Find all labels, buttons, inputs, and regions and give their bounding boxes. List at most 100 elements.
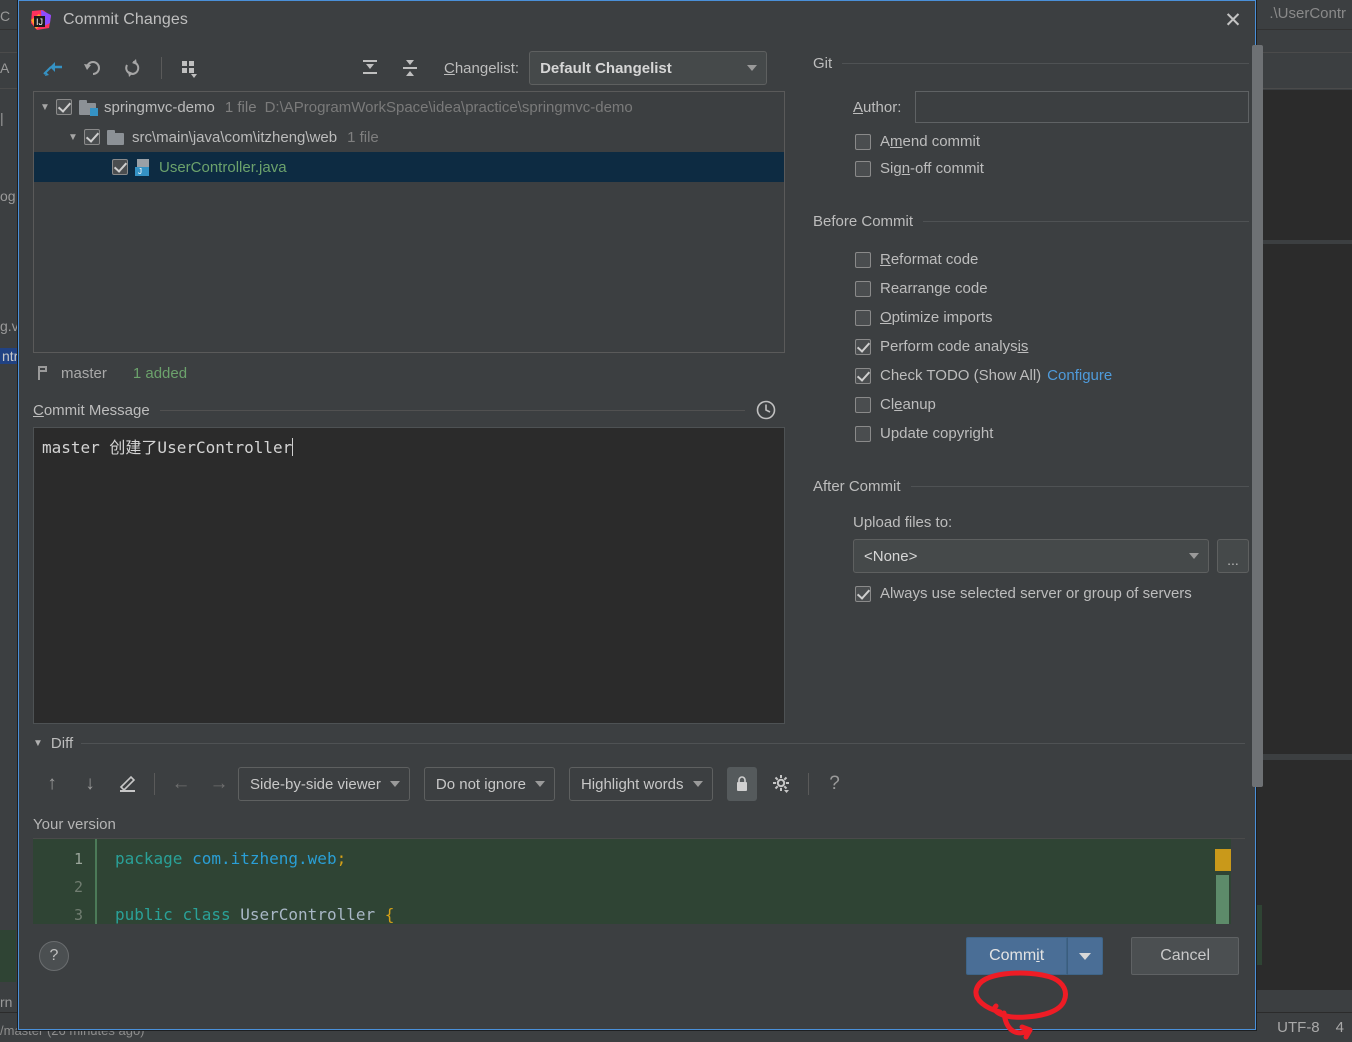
gear-icon[interactable] <box>763 767 801 801</box>
configure-link[interactable]: Configure <box>1047 367 1112 384</box>
optimize-imports-checkbox[interactable]: Optimize imports <box>855 309 1249 326</box>
table-row[interactable]: ▼ springmvc-demo 1 file D:\AProgramWorkS… <box>34 92 784 122</box>
viewer-mode-dropdown[interactable]: Side-by-side viewer <box>238 767 410 801</box>
pencil-icon[interactable] <box>109 767 147 801</box>
change-marker-modified[interactable] <box>1215 849 1231 871</box>
perform-code-analysis-label: Perform code analysis <box>880 338 1029 355</box>
branch-status: master 1 added <box>33 353 801 393</box>
update-copyright-checkbox[interactable]: Update copyright <box>855 425 1249 442</box>
background-text-fragment: | <box>0 110 4 126</box>
dialog-footer: ? Comm i t Cancel <box>19 924 1255 988</box>
collapse-all-icon[interactable] <box>390 51 430 85</box>
diff-title: Diff <box>50 734 74 752</box>
background-panel <box>1256 90 1352 240</box>
show-diff-icon[interactable] <box>33 51 73 85</box>
row-file-count: 1 file <box>347 128 379 146</box>
revert-icon[interactable] <box>73 51 113 85</box>
perform-code-analysis-checkbox[interactable]: Perform code analysis <box>855 338 1249 355</box>
intellij-idea-icon: IJ <box>31 10 51 30</box>
expand-triangle-icon[interactable]: ▼ <box>34 102 56 113</box>
divider <box>910 485 1249 487</box>
checkbox-box[interactable] <box>855 425 871 442</box>
checkbox-box[interactable] <box>855 160 871 177</box>
checkbox-box[interactable] <box>855 251 871 268</box>
token-keyword: public <box>115 905 173 924</box>
checkbox-box[interactable] <box>855 309 871 326</box>
background-tab-title: .\UserContr <box>1269 5 1346 22</box>
chevron-down-icon <box>1079 952 1092 960</box>
diff-code-area[interactable]: 1 2 3 package com.itzheng.web; public cl… <box>33 838 1245 924</box>
after-commit-group-header: After Commit <box>813 472 1249 500</box>
dialog-body: Changelist: Default Changelist ▼ springm… <box>19 39 1263 1029</box>
check-todo-checkbox[interactable]: Check TODO (Show All) Configure <box>855 367 1249 384</box>
question-mark-icon[interactable]: ? <box>816 767 854 801</box>
row-checkbox[interactable] <box>112 159 128 175</box>
background-panel <box>1256 760 1352 990</box>
browse-servers-button[interactable]: ... <box>1217 539 1249 573</box>
commit-options-dropdown[interactable] <box>1067 937 1104 975</box>
author-row: Author: <box>853 91 1249 123</box>
whitespace-mode-dropdown[interactable]: Do not ignore <box>423 767 555 801</box>
scrollbar-thumb[interactable] <box>1252 45 1263 787</box>
change-marker-added[interactable] <box>1216 875 1229 924</box>
checkbox-box[interactable] <box>855 585 871 602</box>
toolbar-separator <box>154 773 155 795</box>
group-by-icon[interactable] <box>170 51 210 85</box>
refresh-icon[interactable] <box>113 51 153 85</box>
changed-files-tree[interactable]: ▼ springmvc-demo 1 file D:\AProgramWorkS… <box>33 91 785 353</box>
code-gutter-right <box>1231 839 1245 924</box>
token-punct: ; <box>336 849 347 868</box>
changelist-dropdown[interactable]: Default Changelist <box>529 51 768 85</box>
viewer-mode-value: Side-by-side viewer <box>250 775 381 793</box>
lock-icon[interactable] <box>726 767 757 801</box>
upload-target-dropdown[interactable]: <None> <box>853 539 1209 573</box>
background-text-fragment: A <box>0 60 10 76</box>
checkbox-box[interactable] <box>855 338 871 355</box>
close-icon[interactable]: ✕ <box>1217 5 1249 35</box>
always-use-server-checkbox[interactable]: Always use selected server or group of s… <box>855 585 1249 602</box>
checkbox-box[interactable] <box>855 396 871 413</box>
checkbox-box[interactable] <box>855 133 871 150</box>
options-scrollbar[interactable] <box>1250 45 1263 787</box>
expand-all-icon[interactable] <box>350 51 390 85</box>
table-row[interactable]: ▼ src\main\java\com\itzheng\web 1 file <box>34 122 784 152</box>
code-line: public class UserController { <box>115 901 1245 924</box>
arrow-right-icon[interactable]: → <box>200 767 238 801</box>
git-group-title: Git <box>813 54 833 72</box>
reformat-code-checkbox[interactable]: Reformat code <box>855 251 1249 268</box>
arrow-left-icon[interactable]: ← <box>162 767 200 801</box>
code-content[interactable]: package com.itzheng.web; public class Us… <box>95 839 1245 924</box>
author-field[interactable] <box>915 91 1249 123</box>
cleanup-checkbox[interactable]: Cleanup <box>855 396 1249 413</box>
collapse-triangle-icon[interactable]: ▼ <box>33 738 43 749</box>
help-button[interactable]: ? <box>39 941 69 971</box>
upload-target-value: <None> <box>864 547 918 565</box>
row-checkbox[interactable] <box>56 99 72 115</box>
token-package: com.itzheng.web <box>192 849 337 868</box>
arrow-up-icon[interactable]: ↑ <box>33 767 71 801</box>
row-checkbox[interactable] <box>84 129 100 145</box>
arrow-down-icon[interactable]: ↓ <box>71 767 109 801</box>
background-diff-block <box>0 930 16 982</box>
dialog-title: Commit Changes <box>63 11 189 28</box>
highlight-mode-dropdown[interactable]: Highlight words <box>568 767 713 801</box>
chevron-down-icon <box>692 781 703 787</box>
upper-area: Changelist: Default Changelist ▼ springm… <box>19 39 1263 787</box>
text-caret <box>292 438 294 456</box>
background-diff-block <box>1256 905 1262 965</box>
code-line: package com.itzheng.web; <box>115 845 1245 873</box>
amend-commit-checkbox[interactable]: Amend commit <box>855 133 1249 150</box>
commit-button[interactable]: Comm i t <box>966 937 1068 975</box>
checkbox-box[interactable] <box>855 367 871 384</box>
reformat-code-label: Reformat code <box>880 251 979 268</box>
sign-off-commit-checkbox[interactable]: Sign-off commit <box>855 160 1249 177</box>
expand-triangle-icon[interactable]: ▼ <box>62 132 84 143</box>
commit-message-input[interactable]: master 创建了UserController <box>33 427 785 724</box>
checkbox-box[interactable] <box>855 280 871 297</box>
cancel-button[interactable]: Cancel <box>1131 937 1239 975</box>
table-row[interactable]: J UserController.java <box>34 152 784 182</box>
background-text-fragment: rn <box>0 994 13 1010</box>
history-clock-icon[interactable] <box>755 399 777 421</box>
divider <box>159 409 745 411</box>
rearrange-code-checkbox[interactable]: Rearrange code <box>855 280 1249 297</box>
